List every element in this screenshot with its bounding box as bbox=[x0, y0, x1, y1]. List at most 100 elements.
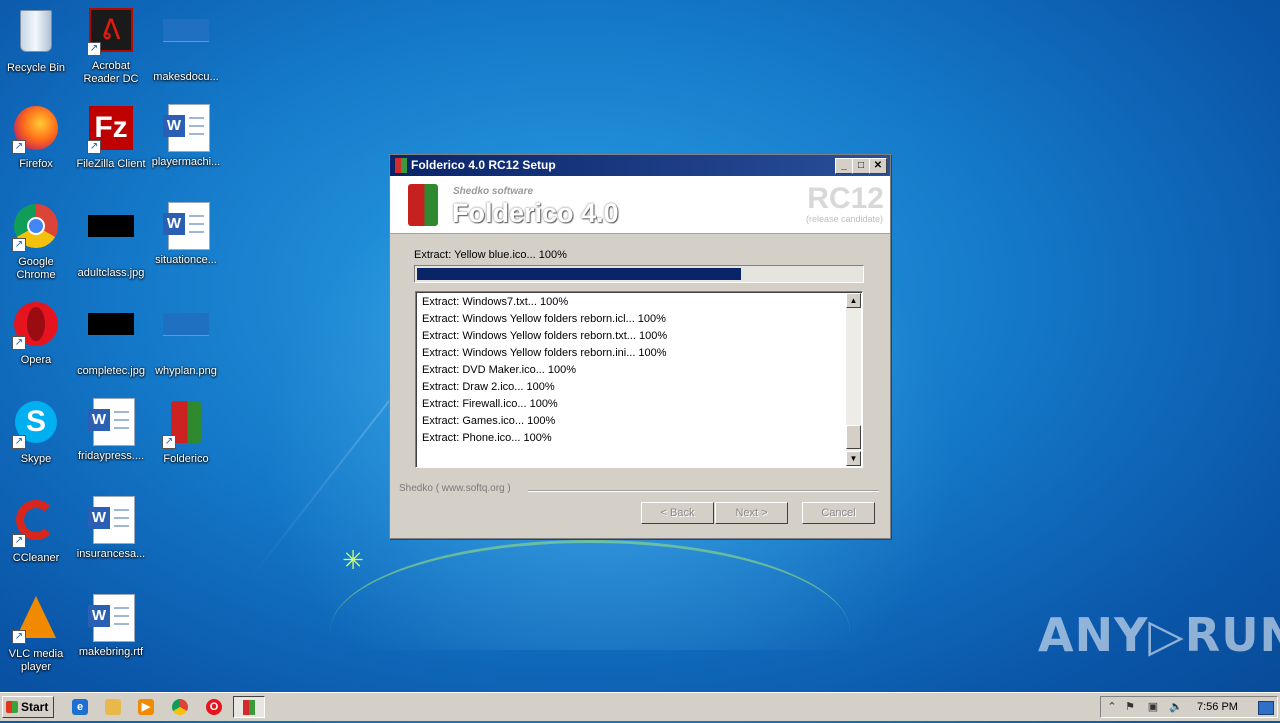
desktop-icon-skype[interactable]: S ↗ Skype bbox=[0, 398, 74, 466]
windows-logo-icon bbox=[6, 701, 18, 713]
desktop-icon-label: Skype bbox=[20, 453, 52, 465]
minimize-button[interactable]: _ bbox=[835, 158, 853, 174]
release-subtitle: (release candidate) bbox=[805, 214, 883, 224]
volume-icon[interactable]: 🔈 bbox=[1169, 700, 1183, 714]
start-label: Start bbox=[21, 700, 49, 714]
brand-line: Shedko ( www.softq.org ) bbox=[399, 483, 511, 494]
back-button[interactable]: < Back bbox=[641, 502, 714, 524]
log-line: Extract: Windows Yellow folders reborn.i… bbox=[422, 313, 666, 325]
vendor-name: Shedko software bbox=[453, 186, 534, 197]
system-tray: ⌃ ⚑ ▣ 🔈 7:56 PM bbox=[1100, 696, 1278, 718]
desktop-icon-situationce[interactable]: situationce... bbox=[148, 202, 224, 267]
folderico-icon: ↗ bbox=[162, 401, 210, 449]
scroll-down-button[interactable]: ▼ bbox=[846, 451, 861, 466]
start-button[interactable]: Start bbox=[2, 696, 54, 718]
desktop-icon-folderico[interactable]: ↗ Folderico bbox=[148, 398, 224, 466]
show-desktop-icon[interactable] bbox=[1258, 701, 1274, 715]
clock[interactable]: 7:56 PM bbox=[1197, 697, 1238, 717]
desktop-icon-playermachi[interactable]: playermachi... bbox=[148, 104, 224, 169]
action-center-flag-icon[interactable]: ⚑ bbox=[1123, 700, 1137, 714]
desktop-icon-label: completec.jpg bbox=[77, 365, 145, 377]
network-icon[interactable]: ▣ bbox=[1146, 700, 1160, 714]
word-doc-icon bbox=[87, 398, 135, 446]
progress-fill bbox=[417, 268, 741, 280]
title-bar[interactable]: Folderico 4.0 RC12 Setup _ □ ✕ bbox=[390, 155, 890, 176]
image-file-icon bbox=[87, 313, 135, 361]
desktop-icon-adultclass[interactable]: adultclass.jpg bbox=[73, 202, 149, 280]
close-button[interactable]: ✕ bbox=[869, 158, 887, 174]
desktop-icon-label: CCleaner bbox=[12, 552, 60, 564]
scroll-up-button[interactable]: ▲ bbox=[846, 293, 861, 308]
desktop-icon-insurancesa[interactable]: insurancesa... bbox=[73, 496, 149, 561]
desktop-icon-label: Folderico bbox=[163, 453, 209, 465]
maximize-button[interactable]: □ bbox=[852, 158, 870, 174]
desktop-icon-label: insurancesa... bbox=[76, 548, 146, 560]
next-button[interactable]: Next > bbox=[715, 502, 788, 524]
desktop-icon-acrobat[interactable]: ᕕ ↗ Acrobat Reader DC bbox=[73, 6, 149, 86]
desktop-icon-label: makesdocu... bbox=[153, 71, 219, 83]
product-name: Folderico 4.0 bbox=[452, 198, 619, 228]
desktop-icon-label: playermachi... bbox=[151, 156, 221, 168]
desktop-icon-label: adultclass.jpg bbox=[77, 267, 145, 279]
log-line: Extract: Windows Yellow folders reborn.i… bbox=[422, 347, 667, 359]
taskbar: Start e ▶ O ⌃ ⚑ ▣ 🔈 7:56 PM bbox=[0, 692, 1280, 721]
recycle-bin-icon bbox=[12, 10, 60, 58]
desktop-icon-makebring[interactable]: makebring.rtf bbox=[73, 594, 149, 659]
desktop-icon-fridaypress[interactable]: fridaypress.... bbox=[73, 398, 149, 463]
image-file-icon bbox=[162, 313, 210, 361]
desktop-icon-firefox[interactable]: ↗ Firefox bbox=[0, 104, 74, 171]
media-player-icon[interactable]: ▶ bbox=[138, 699, 154, 715]
desktop-icon-opera[interactable]: ↗ Opera bbox=[0, 300, 74, 367]
acrobat-icon: ᕕ ↗ bbox=[87, 8, 135, 56]
log-line: Extract: Games.ico... 100% bbox=[422, 415, 556, 427]
wallpaper-spark-icon: ✳ bbox=[342, 546, 364, 576]
opera-taskbar-icon[interactable]: O bbox=[206, 699, 222, 715]
desktop-icon-label: Recycle Bin bbox=[6, 62, 66, 74]
show-hidden-icons-icon[interactable]: ⌃ bbox=[1105, 700, 1119, 714]
desktop-icon-label: Firefox bbox=[19, 158, 53, 170]
desktop-icon-vlc[interactable]: ↗ VLC media player bbox=[0, 594, 74, 674]
folderico-app-icon bbox=[395, 158, 407, 173]
desktop-icon-label: whyplan.png bbox=[155, 365, 217, 377]
internet-explorer-icon[interactable]: e bbox=[72, 699, 88, 715]
footer-separator bbox=[528, 490, 879, 492]
desktop-icon-label: makebring.rtf bbox=[78, 646, 144, 658]
ccleaner-icon: ↗ bbox=[12, 500, 60, 548]
desktop-icon-ccleaner[interactable]: ↗ CCleaner bbox=[0, 496, 74, 565]
window-title: Folderico 4.0 RC12 Setup bbox=[411, 158, 556, 172]
desktop-icon-label: VLC media player bbox=[8, 648, 64, 673]
log-line: Extract: Firewall.ico... 100% bbox=[422, 398, 558, 410]
image-file-icon bbox=[87, 215, 135, 263]
anyrun-watermark: ANY▷RUN bbox=[1038, 608, 1280, 662]
desktop-icon-filezilla[interactable]: Fz ↗ FileZilla Client bbox=[73, 104, 149, 171]
desktop-icon-makesdocu[interactable]: makesdocu... bbox=[148, 6, 224, 84]
taskbar-folderico-setup[interactable] bbox=[233, 696, 265, 718]
desktop-icon-label: FileZilla Client bbox=[76, 158, 146, 170]
details-log[interactable]: Extract: Windows7.txt... 100% Extract: Wi… bbox=[415, 291, 863, 468]
desktop-icon-whyplan[interactable]: whyplan.png bbox=[148, 300, 224, 378]
chrome-taskbar-icon[interactable] bbox=[172, 699, 188, 715]
desktop-icon-label: Opera bbox=[20, 354, 52, 366]
desktop-icon-label: situationce... bbox=[155, 254, 217, 266]
desktop-icon-label: Acrobat Reader DC bbox=[83, 60, 139, 85]
log-line: Extract: Phone.ico... 100% bbox=[422, 432, 552, 444]
file-explorer-icon[interactable] bbox=[105, 699, 121, 715]
log-line: Extract: Windows7.txt... 100% bbox=[422, 296, 569, 308]
word-doc-icon bbox=[87, 594, 135, 642]
desktop-icon-chrome[interactable]: ↗ Google Chrome bbox=[0, 202, 74, 282]
scroll-thumb[interactable] bbox=[846, 425, 861, 449]
word-doc-icon bbox=[162, 202, 210, 250]
log-line: Extract: DVD Maker.ico... 100% bbox=[422, 364, 577, 376]
image-file-icon bbox=[162, 19, 210, 67]
vlc-icon: ↗ bbox=[12, 596, 60, 644]
word-doc-icon bbox=[87, 496, 135, 544]
log-line: Extract: Draw 2.ico... 100% bbox=[422, 381, 555, 393]
chrome-icon: ↗ bbox=[12, 204, 60, 252]
opera-icon: ↗ bbox=[12, 302, 60, 350]
installer-header: Shedko software Folderico 4.0 RC12 (rele… bbox=[390, 176, 890, 234]
log-scrollbar[interactable]: ▲ ▼ bbox=[846, 293, 861, 466]
desktop-icon-completec[interactable]: completec.jpg bbox=[73, 300, 149, 378]
cancel-button[interactable]: Cancel bbox=[802, 502, 875, 524]
desktop-icon-recycle-bin[interactable]: Recycle Bin bbox=[0, 6, 74, 75]
log-lines: Extract: Windows7.txt... 100% Extract: Wi… bbox=[422, 294, 667, 447]
